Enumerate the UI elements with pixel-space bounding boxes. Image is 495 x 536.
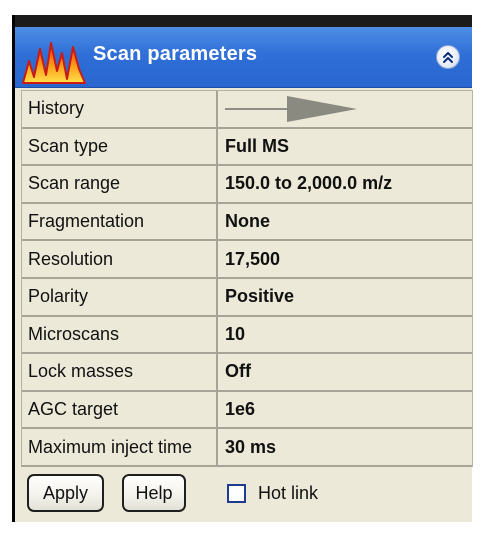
param-label: Scan type [22, 128, 218, 165]
param-row-history[interactable]: History [22, 91, 472, 129]
param-label: Maximum inject time [22, 429, 218, 465]
param-value[interactable]: 10 [218, 317, 472, 353]
parameter-grid: History Scan type Full MS Scan range 150… [21, 90, 473, 467]
param-label: Fragmentation [22, 203, 218, 240]
param-label: History [22, 91, 218, 127]
param-value[interactable]: Off [218, 354, 472, 390]
param-row-polarity[interactable]: Polarity Positive [22, 278, 472, 317]
param-label: Microscans [22, 316, 218, 353]
param-label: AGC target [22, 391, 218, 428]
collapse-button[interactable] [436, 45, 460, 69]
param-row-fragmentation[interactable]: Fragmentation None [22, 203, 472, 242]
double-chevron-up-icon [443, 52, 453, 63]
param-row-scan-range[interactable]: Scan range 150.0 to 2,000.0 m/z [22, 166, 472, 204]
param-label: Scan range [22, 166, 218, 202]
param-label: Resolution [22, 241, 218, 277]
param-row-agc-target[interactable]: AGC target 1e6 [22, 391, 472, 430]
scan-parameters-panel: Scan parameters History Scan type Full M… [12, 15, 473, 522]
apply-button[interactable]: Apply [27, 474, 104, 512]
panel-title: Scan parameters [93, 43, 258, 65]
param-value[interactable]: 1e6 [218, 392, 472, 428]
panel-footer: Apply Help Hot link [21, 470, 471, 522]
param-value[interactable]: Full MS [218, 129, 472, 165]
param-value[interactable]: Positive [218, 279, 472, 315]
param-label: Lock masses [22, 354, 218, 390]
param-row-scan-type[interactable]: Scan type Full MS [22, 128, 472, 167]
param-row-lock-masses[interactable]: Lock masses Off [22, 354, 472, 392]
param-value[interactable]: 30 ms [218, 429, 472, 465]
param-row-resolution[interactable]: Resolution 17,500 [22, 241, 472, 279]
hot-link-label[interactable]: Hot link [258, 483, 318, 504]
param-value[interactable]: 17,500 [218, 241, 472, 277]
param-row-microscans[interactable]: Microscans 10 [22, 316, 472, 355]
history-value[interactable] [218, 91, 472, 127]
peaks-icon [22, 42, 86, 84]
param-label: Polarity [22, 278, 218, 315]
param-value[interactable]: 150.0 to 2,000.0 m/z [218, 166, 472, 202]
hot-link-checkbox[interactable] [227, 484, 246, 503]
param-value[interactable]: None [218, 204, 472, 240]
panel-title-bar: Scan parameters [15, 27, 472, 88]
param-row-maximum-inject-time[interactable]: Maximum inject time 30 ms [22, 429, 472, 467]
help-button[interactable]: Help [122, 474, 186, 512]
history-arrow-icon [225, 95, 357, 122]
